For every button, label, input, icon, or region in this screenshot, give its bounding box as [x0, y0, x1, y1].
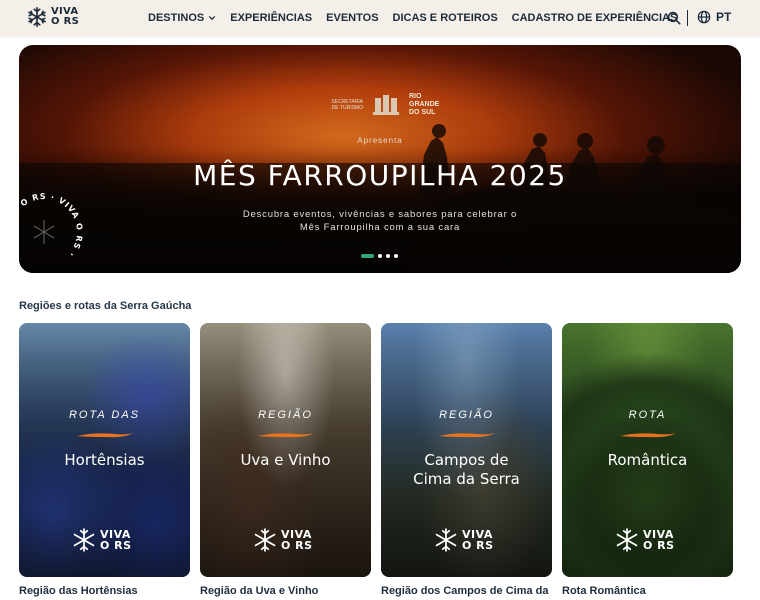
carousel-dot-2[interactable]: [378, 254, 382, 258]
sponsor-right-line-3: DO SUL: [409, 109, 436, 116]
card-label[interactable]: Região das Hortênsias: [19, 585, 190, 597]
card-logo-line-2: O RS: [281, 539, 313, 552]
main-nav: DESTINOS EXPERIÊNCIAS EVENTOS DICAS E RO…: [148, 0, 691, 36]
hero-subtitle-line-1: Descubra eventos, vivências e sabores pa…: [242, 209, 518, 220]
card-name: Uva e Vinho: [240, 451, 331, 469]
brush-stroke-icon: [620, 433, 676, 438]
logo-wordmark: VIVA O RS: [51, 7, 79, 27]
language-label: PT: [716, 10, 732, 24]
svg-text:VIVA O RS · VIVA O RS ·: VIVA O RS · VIVA O RS ·: [19, 192, 84, 259]
language-selector[interactable]: PT: [697, 10, 731, 24]
card-kicker: REGIÃO: [439, 409, 494, 421]
region-card-rota-romantica[interactable]: ROTA Romântica VIVA O RS Rota Romântica: [562, 323, 733, 597]
brush-stroke-icon: [258, 433, 314, 438]
snowflake-logo-icon: [28, 7, 46, 27]
snowflake-logo-icon: [254, 528, 276, 552]
brush-stroke-icon: [439, 433, 495, 438]
hero-subtitle-line-2: Mês Farroupilha com a sua cara: [299, 222, 461, 233]
card-image: REGIÃO Uva e Vinho VIVA O RS: [200, 323, 371, 577]
nav-label-destinos: DESTINOS: [148, 12, 205, 24]
card-name-line-2: Cima da Serra: [413, 470, 520, 488]
card-name-line-1: Campos de: [424, 451, 509, 469]
header-divider: [687, 10, 688, 26]
badge-text: VIVA O RS · VIVA O RS ·: [19, 192, 83, 259]
sponsor-right-line-2: GRANDE: [409, 101, 440, 108]
card-image: ROTA DAS Hortênsias VIVA O RS: [19, 323, 190, 577]
card-image: ROTA Romântica VIVA O RS: [562, 323, 733, 577]
sponsor-right-line-1: RIO: [409, 93, 422, 100]
card-label[interactable]: Região da Uva e Vinho: [200, 585, 371, 597]
card-logo-text: VIVA O RS: [100, 529, 132, 551]
site-header: VIVA O RS DESTINOS EXPERIÊNCIAS EVENTOS …: [0, 0, 760, 36]
card-label[interactable]: Rota Romântica: [562, 585, 733, 597]
card-logo-line-2: O RS: [462, 539, 494, 552]
nav-label-cadastro: CADASTRO DE EXPERIÊNCIAS: [511, 12, 678, 24]
region-card-campos-de-cima-da-serra[interactable]: REGIÃO Campos de Cima da Serra VIVA O RS …: [381, 323, 552, 597]
section-title: Regiões e rotas da Serra Gaúcha: [19, 300, 192, 312]
card-logo-text: VIVA O RS: [281, 529, 313, 551]
region-cards: ROTA DAS Hortênsias VIVA O RS Região das …: [19, 323, 760, 600]
snowflake-logo-icon: [616, 528, 638, 552]
card-label[interactable]: Região dos Campos de Cima da: [381, 585, 552, 597]
search-icon[interactable]: [667, 11, 681, 25]
snowflake-logo-icon: [435, 528, 457, 552]
brush-stroke-icon: [77, 433, 133, 438]
sponsor-right-text: RIO GRANDE DO SUL: [409, 93, 439, 117]
hero-kicker: Apresenta: [357, 136, 403, 145]
site-logo[interactable]: VIVA O RS: [26, 6, 79, 28]
sponsor-left-text: SECRETARIA DE TURISMO: [331, 99, 363, 111]
hero-banner[interactable]: SECRETARIA DE TURISMO RIO GRANDE DO SUL …: [19, 45, 741, 273]
nav-label-eventos: EVENTOS: [326, 12, 379, 24]
sponsor-logo: SECRETARIA DE TURISMO RIO GRANDE DO SUL: [325, 92, 439, 118]
nav-item-dicas-e-roteiros[interactable]: DICAS E ROTEIROS: [393, 12, 498, 24]
nav-label-experiencias: EXPERIÊNCIAS: [230, 12, 313, 24]
card-logo-text: VIVA O RS: [643, 529, 675, 551]
nav-item-experiencias[interactable]: EXPERIÊNCIAS: [230, 12, 312, 24]
nav-item-destinos[interactable]: DESTINOS: [148, 12, 216, 24]
card-name: Hortênsias: [64, 451, 145, 469]
hero-title: MÊS FARROUPILHA 2025: [193, 159, 567, 192]
carousel-dot-4[interactable]: [394, 254, 398, 258]
card-kicker: ROTA DAS: [68, 409, 140, 421]
snowflake-logo-icon: [73, 528, 95, 552]
hero-subtitle: Descubra eventos, vivências e sabores pa…: [19, 208, 741, 234]
carousel-dot-1[interactable]: [361, 254, 374, 258]
globe-icon: [697, 10, 711, 24]
card-logo: VIVA O RS: [614, 527, 675, 553]
state-crest-icon: [373, 95, 399, 115]
logo-line-2: O RS: [51, 16, 80, 27]
card-kicker: REGIÃO: [258, 409, 313, 421]
viva-o-rs-circular-badge: VIVA O RS · VIVA O RS ·: [19, 192, 84, 259]
card-logo: VIVA O RS: [433, 527, 494, 553]
card-logo-text: VIVA O RS: [462, 529, 494, 551]
nav-label-dicas: DICAS E ROTEIROS: [392, 12, 498, 24]
nav-item-cadastro[interactable]: CADASTRO DE EXPERIÊNCIAS: [512, 12, 678, 24]
region-card-hortensias[interactable]: ROTA DAS Hortênsias VIVA O RS Região das …: [19, 323, 190, 597]
card-logo: VIVA O RS: [71, 527, 132, 553]
card-kicker: ROTA: [628, 409, 667, 421]
carousel-dots: [361, 254, 398, 258]
card-image: REGIÃO Campos de Cima da Serra VIVA O RS: [381, 323, 552, 577]
card-logo: VIVA O RS: [252, 527, 313, 553]
card-logo-line-2: O RS: [643, 539, 675, 552]
card-logo-line-2: O RS: [100, 539, 132, 552]
region-card-uva-e-vinho[interactable]: REGIÃO Uva e Vinho VIVA O RS Região da Uv…: [200, 323, 371, 597]
card-name: Campos de Cima da Serra: [381, 451, 552, 489]
carousel-dot-3[interactable]: [386, 254, 390, 258]
nav-item-eventos[interactable]: EVENTOS: [326, 12, 378, 24]
chevron-down-icon: [209, 16, 216, 21]
card-name: Romântica: [607, 451, 688, 469]
